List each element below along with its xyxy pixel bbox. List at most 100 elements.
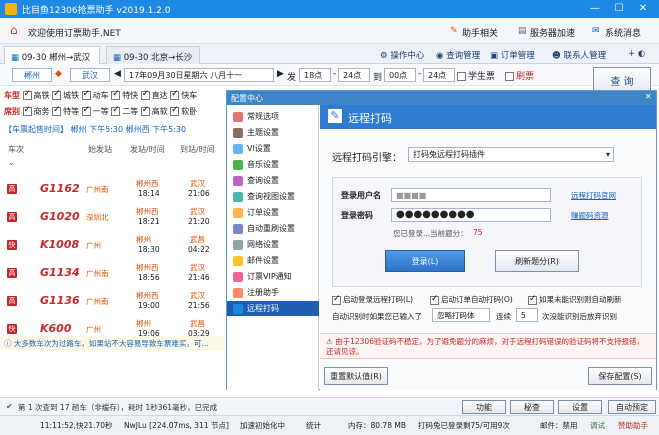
save-config-button[interactable]: 保存配置(S) [588, 367, 652, 385]
reset-default-button[interactable]: 重置默认值(R) [324, 367, 388, 385]
config-menu-item[interactable]: 音乐设置 [233, 157, 317, 172]
depart-station: 郴州西 [136, 291, 159, 300]
table-row[interactable]: 快 K1008 广州 郴州 18:30 武昌 04:22 [0, 232, 224, 260]
filter-gaoruan[interactable]: 高软 [140, 106, 168, 116]
retry-mode-select[interactable]: 忽略打码体 [432, 308, 490, 322]
calendar-icon: ▦ [113, 53, 124, 63]
maximize-button[interactable]: ☐ [611, 2, 627, 16]
next-day-icon[interactable]: ▶ [277, 69, 284, 79]
config-menu-item[interactable]: 自动重刷设置 [233, 221, 317, 236]
filter-yideng[interactable]: 一等 [81, 106, 109, 116]
config-menu-item[interactable]: 查询视图设置 [233, 189, 317, 204]
prev-day-icon[interactable]: ◀ [114, 69, 121, 79]
table-row[interactable]: 高 G1020 深圳北 郴州西 18:21 武汉 21:20 [0, 204, 224, 232]
auto-refresh-checkbox[interactable]: 如果未能识别则自动刷新 [528, 294, 622, 305]
gear-icon: ⚙ [380, 51, 391, 61]
table-row[interactable]: 高 G1136 广州南 郴州西 19:00 武汉 21:56 [0, 288, 224, 316]
help-link[interactable]: 助手相关 [462, 26, 498, 39]
function-button[interactable]: 功能 [462, 400, 506, 414]
filter-zhida[interactable]: 直达 [140, 90, 168, 100]
retry-tail-label: 次没能识别后放弃识别 [542, 312, 617, 321]
depart-time-from-select[interactable]: 18点 [299, 68, 331, 82]
arrive-time-to-select[interactable]: 24点 [423, 68, 455, 82]
menu-item-icon [233, 288, 243, 298]
train-number: K1008 [40, 238, 80, 251]
username-label: 登录用户名 [341, 191, 381, 200]
table-row[interactable]: 高 G1162 广州南 郴州西 18:14 武汉 21:06 [0, 176, 224, 204]
filter-tekuai[interactable]: 特快 [111, 90, 138, 100]
query-manage-button[interactable]: ◉ 查询管理 [436, 49, 480, 61]
filter-chengtie[interactable]: 城铁 [52, 90, 79, 100]
filter-tedeng[interactable]: 特等 [52, 106, 79, 116]
auto-login-checkbox[interactable]: 启动登录远程打码(L) [332, 294, 413, 305]
depart-time-to-select[interactable]: 24点 [338, 68, 370, 82]
auto-book-button[interactable]: 自动预定 [608, 400, 656, 414]
close-button[interactable]: ✕ [635, 2, 651, 16]
swap-icon[interactable]: ◆ [55, 69, 62, 79]
config-menu-item[interactable]: 主题设置 [233, 125, 317, 140]
tab-chenzhou-wuhan[interactable]: ▦ 09-30 郴州→武汉 [4, 46, 100, 64]
filter-dongche[interactable]: 动车 [81, 90, 109, 100]
config-menu-item[interactable]: 注册助手 [233, 285, 317, 300]
arrive-time-from-select[interactable]: 00点 [384, 68, 416, 82]
operation-center-button[interactable]: ⚙ 操作中心 [380, 49, 424, 61]
date-select[interactable]: 17年09月30日星期六 八月十一 [124, 68, 274, 82]
filter-ruanwo[interactable]: 软卧 [170, 106, 197, 116]
menu-item-icon [233, 144, 243, 154]
auto-order-checkbox[interactable]: 启动订单自动打码(O) [430, 294, 513, 305]
config-menu-item[interactable]: 网络设置 [233, 237, 317, 252]
refresh-ticket-checkbox[interactable]: 刷票 [505, 69, 534, 82]
config-menu-item[interactable]: 常规选项 [233, 109, 317, 124]
table-row[interactable]: 高 G1134 广州南 郴州西 18:56 武汉 21:46 [0, 260, 224, 288]
minimize-button[interactable]: — [587, 2, 603, 16]
to-station-input[interactable]: 武汉 [70, 68, 110, 82]
sponsor-link[interactable]: 赞助助手 [618, 420, 648, 431]
arrive-station: 武汉 [190, 207, 205, 216]
stats-text[interactable]: 统计 [306, 420, 321, 431]
username-input[interactable]: ■■■■ [391, 188, 551, 202]
menu-item-icon [233, 224, 243, 234]
login-button[interactable]: 登录(L) [385, 250, 465, 272]
engine-select[interactable]: 打码兔远程打码插件 ▾ [408, 147, 614, 162]
config-menu-item[interactable]: 远程打码 [227, 301, 319, 316]
config-menu-item[interactable]: 查询设置 [233, 173, 317, 188]
retry-after-label: 连续 [496, 312, 511, 321]
title-bar: 比目鱼12306抢票助手 v2019.1.2.0 — ☐ ✕ [0, 0, 659, 18]
filter-kuaiche[interactable]: 快车 [170, 90, 197, 100]
order-manage-button[interactable]: ▣ 订单管理 [490, 49, 535, 61]
debug-link[interactable]: 调试 [590, 420, 605, 431]
depart-time: 18:14 [138, 189, 160, 198]
depart-station: 郴州 [136, 235, 151, 244]
config-menu-item[interactable]: 订单设置 [233, 205, 317, 220]
config-menu-item[interactable]: 邮件设置 [233, 253, 317, 268]
from-station-input[interactable]: 郴州 [12, 68, 52, 82]
student-ticket-checkbox[interactable]: 学生票 [457, 69, 495, 82]
settings-button[interactable]: 设置 [558, 400, 602, 414]
password-input[interactable]: ●●●●●●●●● [391, 208, 551, 222]
train-type-label: 车型 [4, 91, 20, 100]
server-accel-link[interactable]: 服务器加速 [530, 26, 575, 39]
filter-shangwu[interactable]: 商务 [22, 106, 50, 116]
filter-erdeng[interactable]: 二等 [111, 106, 138, 116]
origin-station: 深圳北 [86, 213, 109, 222]
secret-query-button[interactable]: 秘查 [510, 400, 554, 414]
collapse-icon[interactable]: ⌄ [8, 158, 15, 167]
captcha-website-link[interactable]: 远程打码官网 [571, 190, 616, 201]
dialog-close-button[interactable]: ✕ [645, 92, 652, 101]
system-message-link[interactable]: 系统消息 [605, 26, 641, 39]
config-menu-item[interactable]: 订票VIP通知 [233, 269, 317, 284]
arrive-station: 武汉 [190, 179, 205, 188]
retry-count-stepper[interactable]: 5 [516, 308, 538, 322]
refresh-score-button[interactable]: 刷新题分(R) [495, 250, 579, 272]
arrive-station: 武汉 [190, 263, 205, 272]
tab-beijing-changsha[interactable]: ▦ 09-30 北京→长沙 [106, 46, 200, 64]
engine-label: 远程打码引擎： [332, 153, 402, 164]
info-icon: ⓘ [4, 339, 14, 348]
earn-points-link[interactable]: 赚题码资源 [571, 210, 609, 221]
query-bar: 郴州 ◆ 武汉 ◀ 17年09月30日星期六 八月十一 ▶ 发 18点 - 24… [0, 64, 659, 95]
retry-label: 自动识别时如果您已输入了 [332, 312, 422, 321]
config-menu-item[interactable]: VI设置 [233, 141, 317, 156]
filter-gaotie[interactable]: 高铁 [22, 90, 50, 100]
contacts-manage-button[interactable]: ☻ 联系人管理 [552, 49, 606, 61]
add-icon[interactable]: + ◐ [628, 49, 645, 59]
